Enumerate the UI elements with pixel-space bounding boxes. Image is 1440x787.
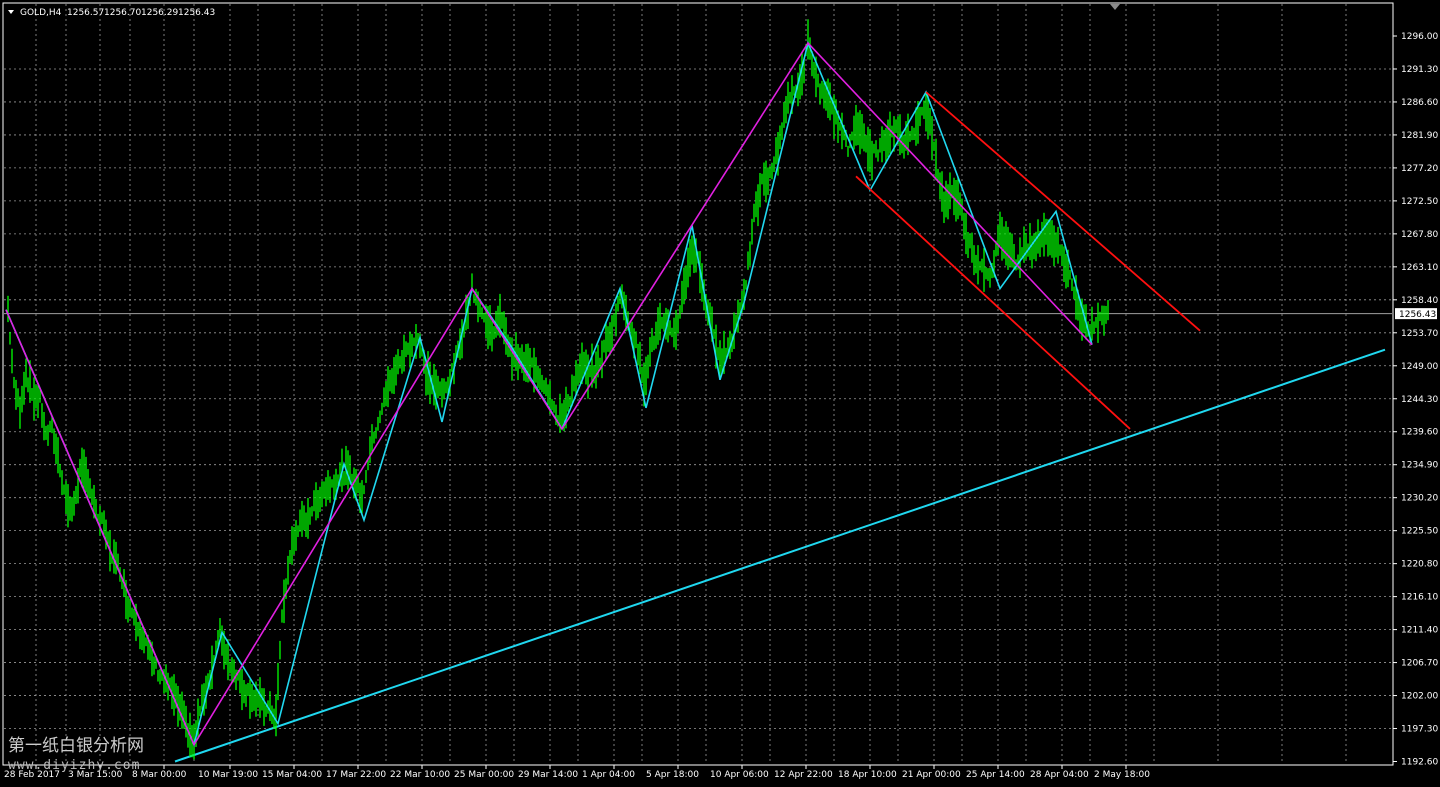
header-high: 1256.70 (104, 8, 141, 18)
x-tick-label: 10 Mar 19:00 (198, 770, 258, 780)
y-tick-label: 1277.20 (1401, 164, 1438, 174)
header-open: 1256.57 (67, 8, 104, 18)
header-close: 1256.43 (178, 8, 215, 18)
x-tick-label: 25 Apr 14:00 (966, 770, 1025, 780)
y-tick-label: 1220.80 (1401, 560, 1438, 570)
y-tick-label: 1258.40 (1401, 296, 1438, 306)
x-tick-label: 1 Apr 04:00 (582, 770, 635, 780)
x-tick-label: 12 Apr 22:00 (774, 770, 833, 780)
header-symbol: GOLD,H4 (20, 8, 62, 18)
x-tick-label: 10 Apr 06:00 (710, 770, 769, 780)
y-tick-label: 1244.30 (1401, 395, 1438, 405)
y-tick-label: 1225.50 (1401, 527, 1438, 537)
x-tick-label: 2 May 18:00 (1094, 770, 1150, 780)
x-tick-label: 25 Mar 00:00 (454, 770, 514, 780)
y-tick-label: 1239.60 (1401, 428, 1438, 438)
y-tick-label: 1296.00 (1401, 32, 1438, 42)
x-tick-label: 22 Mar 10:00 (390, 770, 450, 780)
y-tick-label: 1206.70 (1401, 659, 1438, 669)
y-tick-label: 1216.10 (1401, 593, 1438, 603)
y-tick-label: 1192.60 (1401, 758, 1438, 768)
y-tick-label: 1197.30 (1401, 725, 1438, 735)
price-chart[interactable]: 1296.00 1291.30 1286.60 1281.90 1277.20 1272.… (0, 0, 1440, 787)
x-tick-label: 29 Mar 14:00 (518, 770, 578, 780)
y-tick-label: 1272.50 (1401, 197, 1438, 207)
header-low: 1256.29 (141, 8, 178, 18)
y-tick-label: 1253.70 (1401, 329, 1438, 339)
y-tick-label: 1263.10 (1401, 263, 1438, 273)
x-tick-label: 5 Apr 18:00 (646, 770, 699, 780)
x-tick-label: 21 Apr 00:00 (902, 770, 961, 780)
y-tick-label: 1230.20 (1401, 494, 1438, 504)
x-tick-label: 15 Mar 04:00 (262, 770, 322, 780)
x-tick-label: 18 Apr 10:00 (838, 770, 897, 780)
chart-background (0, 0, 1440, 787)
x-tick-label: 28 Apr 04:00 (1030, 770, 1089, 780)
current-price-label: 1256.43 (1399, 310, 1436, 320)
y-tick-label: 1267.80 (1401, 230, 1438, 240)
y-tick-label: 1211.40 (1401, 626, 1438, 636)
watermark-line2: www.diyizhy.com (8, 758, 140, 773)
x-tick-label: 17 Mar 22:00 (326, 770, 386, 780)
y-tick-label: 1234.90 (1401, 461, 1438, 471)
y-tick-label: 1291.30 (1401, 65, 1438, 75)
y-tick-label: 1286.60 (1401, 98, 1438, 108)
watermark-line1: 第一纸白银分析网 (8, 736, 144, 756)
y-tick-label: 1202.00 (1401, 692, 1438, 702)
y-tick-label: 1281.90 (1401, 131, 1438, 141)
y-tick-label: 1249.00 (1401, 362, 1438, 372)
